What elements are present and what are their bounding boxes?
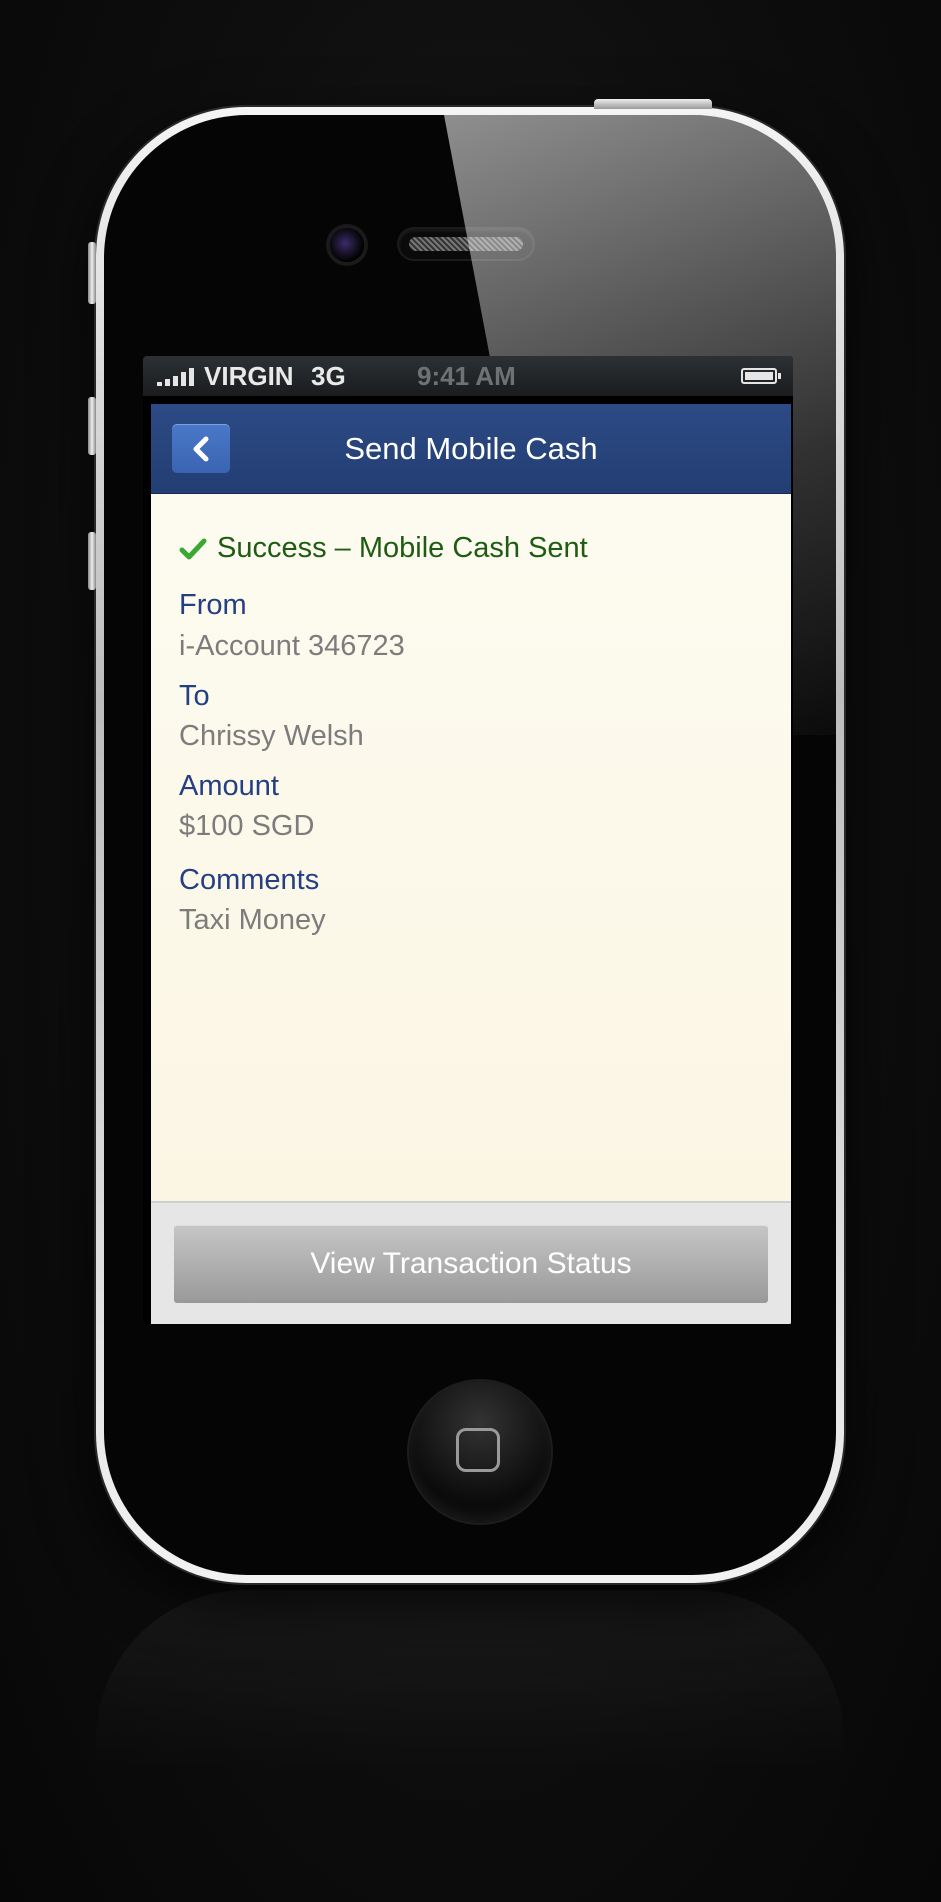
to-label: To [179, 680, 210, 712]
earpiece-speaker [399, 229, 533, 259]
page-title: Send Mobile Cash [344, 431, 598, 466]
success-text: Success – Mobile Cash Sent [217, 532, 588, 564]
mute-switch [88, 242, 96, 304]
view-transaction-status-button[interactable]: View Transaction Status [174, 1225, 768, 1303]
status-bar: VIRGIN 3G 9:41 AM [143, 356, 793, 396]
amount-label: Amount [179, 770, 279, 802]
success-message: Success – Mobile Cash Sent [179, 532, 588, 565]
to-value: Chrissy Welsh [179, 720, 364, 752]
back-button[interactable] [172, 424, 230, 473]
carrier-name: VIRGIN [204, 361, 294, 391]
power-button [594, 99, 712, 109]
amount-value: $100 SGD [179, 810, 315, 842]
volume-up-button [88, 397, 96, 455]
network-type: 3G [311, 361, 346, 391]
status-time: 9:41 AM [417, 361, 516, 391]
front-camera-icon [330, 228, 364, 262]
comments-value: Taxi Money [179, 904, 326, 936]
confirmation-content: Success – Mobile Cash Sent From i-Accoun… [151, 494, 791, 1201]
home-square-icon [456, 1428, 500, 1472]
battery-icon [741, 368, 781, 384]
footer-bar: View Transaction Status [151, 1201, 791, 1324]
signal-icon [157, 368, 194, 386]
from-label: From [179, 589, 247, 621]
volume-down-button [88, 532, 96, 590]
phone-reflection [96, 1590, 844, 1850]
navigation-bar: Send Mobile Cash [151, 404, 791, 494]
scene-background: VIRGIN 3G 9:41 AM Send Mobile Cash Succe… [0, 0, 941, 1902]
screen: VIRGIN 3G 9:41 AM Send Mobile Cash Succe… [143, 356, 793, 1324]
home-button[interactable] [409, 1381, 551, 1523]
chevron-left-icon [193, 436, 209, 462]
comments-label: Comments [179, 864, 320, 896]
checkmark-icon [179, 538, 207, 559]
from-value: i-Account 346723 [179, 630, 405, 662]
